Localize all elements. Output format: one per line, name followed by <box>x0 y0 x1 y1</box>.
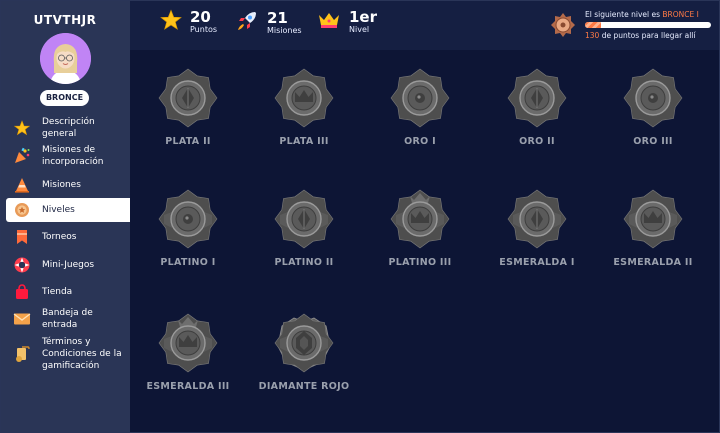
missions-value: 21 <box>267 9 288 27</box>
level-card[interactable]: PLATINO I <box>133 188 243 269</box>
next-level-progress-bar <box>585 22 711 28</box>
sidebar-item-label: Términos y Condiciones de la gamificació… <box>42 337 122 371</box>
sidebar-item-label: Bandeja de entrada <box>42 308 93 330</box>
scroll-icon <box>12 344 32 364</box>
sidebar-item-label: Mini-Juegos <box>42 260 95 270</box>
sidebar-item-label: Torneos <box>42 232 77 242</box>
points-needed-value: 130 <box>585 31 600 40</box>
sidebar-item-label: Descripción general <box>42 116 95 139</box>
level-badge-icon <box>274 313 334 373</box>
level-badge-icon <box>507 68 567 128</box>
lifebuoy-icon <box>12 255 32 275</box>
level-name: DIAMANTE ROJO <box>258 381 350 392</box>
level-card[interactable]: ORO III <box>598 67 708 148</box>
level-card[interactable]: ESMERALDA II <box>598 188 708 269</box>
level-card[interactable]: PLATINO II <box>249 188 359 269</box>
level-card[interactable]: DIAMANTE ROJO <box>249 312 359 393</box>
shopping-bag-icon <box>12 282 32 302</box>
level-card[interactable]: ORO II <box>482 67 592 148</box>
level-card[interactable]: ORO I <box>365 67 475 148</box>
sidebar-item-descripcion-general[interactable]: Descripción general <box>0 114 130 141</box>
sidebar: UTVTHJR BRONCE Descripción general Misio… <box>0 0 130 433</box>
next-level-name: BRONCE I <box>662 10 699 19</box>
sidebar-item-misiones[interactable]: Misiones <box>0 171 130 198</box>
sidebar-nav: Descripción general Misiones de incorpor… <box>0 114 130 376</box>
level-value: 1er <box>349 8 378 26</box>
sidebar-item-label: Tienda <box>42 287 73 297</box>
level-card[interactable]: ESMERALDA III <box>133 312 243 393</box>
level-label: Nivel <box>349 25 370 34</box>
sidebar-item-label: Misiones <box>42 179 81 190</box>
medal-icon <box>12 200 32 220</box>
progress-fill <box>585 22 602 28</box>
crown-icon <box>317 10 341 34</box>
sidebar-item-label: Misiones de incorporación <box>42 145 104 167</box>
avatar[interactable] <box>40 33 91 84</box>
user-level-badge: BRONCE <box>40 90 89 106</box>
points-needed-text: 130 de puntos para llegar allí <box>585 31 695 40</box>
points-label: Puntos <box>190 25 218 34</box>
level-badge-icon <box>507 189 567 249</box>
level-name: PLATINO III <box>388 257 452 268</box>
level-badge-icon <box>158 313 218 373</box>
level-badge-icon <box>390 189 450 249</box>
level-badge-icon <box>274 68 334 128</box>
star-icon <box>160 9 182 35</box>
sidebar-item-bandeja-entrada[interactable]: Bandeja de entrada <box>0 306 130 332</box>
level-name: PLATINO I <box>160 257 216 268</box>
envelope-icon <box>12 309 32 329</box>
level-card[interactable]: PLATA III <box>249 67 359 148</box>
level-badge-icon <box>158 68 218 128</box>
sidebar-item-mini-juegos[interactable]: Mini-Juegos <box>0 252 130 278</box>
banner-icon <box>12 227 32 247</box>
level-stat: 1er Nivel <box>317 9 377 35</box>
level-card[interactable]: ESMERALDA I <box>482 188 592 269</box>
level-name: ESMERALDA II <box>613 257 693 268</box>
sidebar-item-terminos[interactable]: Términos y Condiciones de la gamificació… <box>0 332 130 376</box>
rocket-icon <box>235 9 259 37</box>
level-badge-icon <box>623 68 683 128</box>
points-stat: 20 Puntos <box>160 9 217 35</box>
level-name: ESMERALDA I <box>499 257 575 268</box>
confetti-icon <box>12 146 32 166</box>
level-name: ORO I <box>404 136 436 147</box>
level-name: PLATA III <box>279 136 329 147</box>
missions-stat: 21 Misiones <box>235 9 302 37</box>
sidebar-item-misiones-incorporacion[interactable]: Misiones de incorporación <box>0 141 130 171</box>
level-name: ESMERALDA III <box>146 381 230 392</box>
level-name: ORO II <box>519 136 555 147</box>
star-icon <box>12 118 32 138</box>
level-badge-icon <box>274 189 334 249</box>
level-card[interactable]: PLATINO III <box>365 188 475 269</box>
stats-bar: 20 Puntos 21 Misiones 1er Nivel El sigui… <box>130 0 720 50</box>
level-badge-icon <box>390 68 450 128</box>
sidebar-item-niveles[interactable]: Niveles <box>6 198 130 222</box>
sidebar-item-torneos[interactable]: Torneos <box>0 222 130 252</box>
level-name: PLATINO II <box>274 257 334 268</box>
level-card[interactable]: PLATA II <box>133 67 243 148</box>
username: UTVTHJR <box>33 13 97 27</box>
missions-label: Misiones <box>267 26 302 35</box>
level-badge-icon <box>623 189 683 249</box>
next-level-text: El siguiente nivel es BRONCE I <box>585 10 699 19</box>
level-badge-icon <box>158 189 218 249</box>
bronze-medal-icon <box>550 12 576 42</box>
sidebar-item-tienda[interactable]: Tienda <box>0 278 130 306</box>
points-value: 20 <box>190 8 211 26</box>
level-name: ORO III <box>633 136 673 147</box>
sidebar-item-label: Niveles <box>42 205 75 215</box>
cone-icon <box>12 175 32 195</box>
next-level-prefix: El siguiente nivel es <box>585 10 660 19</box>
points-needed-suffix: de puntos para llegar allí <box>601 31 696 40</box>
level-name: PLATA II <box>165 136 211 147</box>
